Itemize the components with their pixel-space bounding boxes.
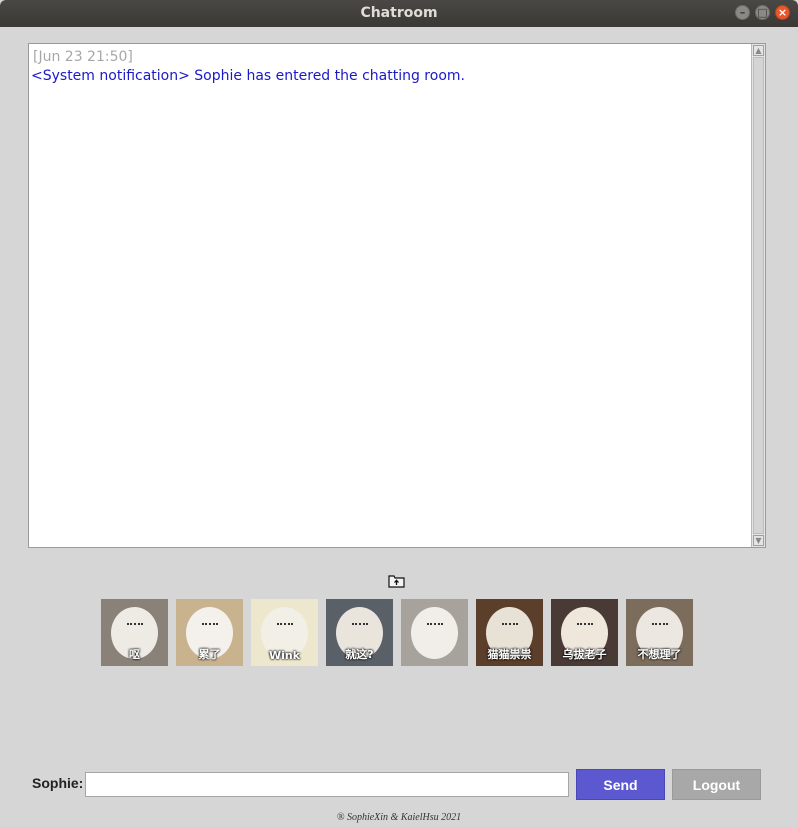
cat-face xyxy=(577,623,593,631)
cat-face xyxy=(277,623,293,631)
window-title: Chatroom xyxy=(360,5,438,21)
chat-history[interactable]: [Jun 23 21:50] <System notification> Sop… xyxy=(28,43,766,548)
sticker-caption: Wink xyxy=(268,649,301,662)
chat-content: [Jun 23 21:50] <System notification> Sop… xyxy=(31,48,749,545)
title-bar: Chatroom – □ × xyxy=(0,0,798,27)
message-timestamp: [Jun 23 21:50] xyxy=(33,49,133,65)
sticker-caption: 累了 xyxy=(198,648,221,661)
send-file-button[interactable] xyxy=(387,573,407,589)
sticker-caption: 就这? xyxy=(345,648,374,661)
message-input[interactable] xyxy=(85,772,569,797)
cat-face xyxy=(127,623,143,631)
username-label: Sophie: xyxy=(32,775,84,791)
sticker-6[interactable]: 猫猫祟祟 xyxy=(476,599,543,666)
sticker-7[interactable]: 乌拔老子 xyxy=(551,599,618,666)
sticker-caption: 猫猫祟祟 xyxy=(487,648,532,661)
system-notification: <System notification> Sophie has entered… xyxy=(31,68,465,84)
sticker-4[interactable]: 就这? xyxy=(326,599,393,666)
scroll-up-icon[interactable]: ▲ xyxy=(753,45,764,56)
sticker-caption: 呕 xyxy=(129,648,140,661)
send-button[interactable]: Send xyxy=(576,769,665,800)
close-icon[interactable]: × xyxy=(775,5,790,20)
sticker-1[interactable]: 呕 xyxy=(101,599,168,666)
scrollbar-thumb[interactable] xyxy=(753,57,764,534)
sticker-bar: 呕 累了 Wink 就这? 猫猫祟祟 乌拔老子 不想理了 xyxy=(101,599,701,666)
cat-face xyxy=(502,623,518,631)
sticker-2[interactable]: 累了 xyxy=(176,599,243,666)
cat-photo xyxy=(411,607,458,659)
sticker-caption: 不想理了 xyxy=(637,648,682,661)
minimize-icon[interactable]: – xyxy=(735,5,750,20)
scroll-down-icon[interactable]: ▼ xyxy=(753,535,764,546)
sticker-5[interactable] xyxy=(401,599,468,666)
cat-face xyxy=(652,623,668,631)
sticker-caption: 乌拔老子 xyxy=(562,648,607,661)
sticker-8[interactable]: 不想理了 xyxy=(626,599,693,666)
chat-scrollbar[interactable]: ▲ ▼ xyxy=(751,44,765,547)
maximize-icon[interactable]: □ xyxy=(755,5,770,20)
logout-button[interactable]: Logout xyxy=(672,769,761,800)
cat-face xyxy=(427,623,443,631)
sticker-3[interactable]: Wink xyxy=(251,599,318,666)
copyright-footer: ® SophieXin & KaielHsu 2021 xyxy=(336,812,462,823)
cat-face xyxy=(202,623,218,631)
cat-face xyxy=(352,623,368,631)
folder-upload-icon xyxy=(388,575,405,588)
